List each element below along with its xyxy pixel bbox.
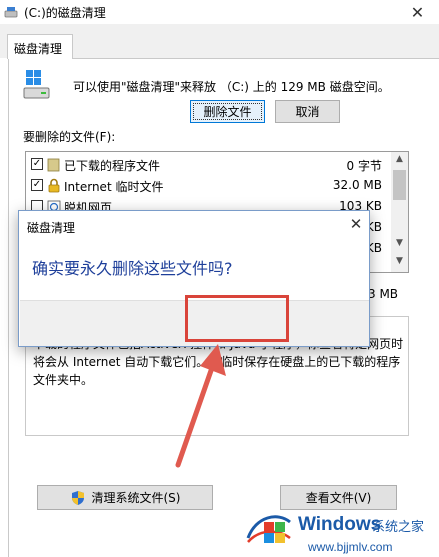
checkbox-downloaded-programs[interactable]: ✓: [31, 158, 43, 170]
close-window-button[interactable]: ✕: [396, 0, 439, 24]
close-icon: ✕: [410, 2, 425, 22]
dialog-close-button[interactable]: ✕: [345, 215, 367, 237]
highlight-box: [185, 295, 289, 342]
watermark-brand: Windows: [298, 514, 382, 535]
watermark-subtitle: 系统之家: [372, 520, 425, 535]
watermark: Windows 系统之家 www.bjjmlv.com: [246, 504, 439, 557]
scroll-up-icon[interactable]: ▲: [391, 154, 408, 168]
free-space-summary: 可以使用"磁盘清理"来释放 （C:) 上的 129 MB 磁盘空间。: [73, 80, 390, 94]
dialog-title: 磁盘清理: [27, 221, 76, 235]
tab-disk-cleanup[interactable]: 磁盘清理: [7, 34, 73, 59]
list-item[interactable]: ✓ 已下载的程序文件 0 字节: [26, 154, 392, 175]
window-title: (C:)的磁盘清理: [24, 6, 106, 20]
drive-icon: [23, 70, 50, 99]
file-size: 0 字节: [346, 159, 382, 173]
file-size: 32.0 MB: [332, 178, 382, 192]
delete-files-button[interactable]: 删除文件: [190, 100, 265, 123]
scroll-down-icon[interactable]: ▼: [391, 256, 408, 270]
scroll-down-icon[interactable]: ▼: [391, 238, 408, 252]
title-bar: (C:)的磁盘清理 ✕: [0, 0, 439, 24]
checkbox-internet-temp[interactable]: ✓: [31, 179, 43, 191]
cancel-label: 取消: [295, 105, 320, 119]
file-name: Internet 临时文件: [64, 180, 164, 194]
file-name: 已下载的程序文件: [64, 159, 161, 173]
pointer-arrow-icon: [175, 344, 226, 468]
cancel-button[interactable]: 取消: [275, 100, 340, 123]
files-to-delete-label: 要删除的文件(F):: [23, 130, 116, 144]
folder-icon: [47, 158, 60, 172]
clean-system-files-label: 清理系统文件(S): [91, 491, 181, 505]
lock-icon: [48, 178, 60, 193]
focus-ring: [193, 103, 262, 120]
dialog-message: 确实要永久删除这些文件吗?: [32, 259, 233, 278]
total-space-value: 3 MB: [368, 287, 399, 301]
clean-system-files-button[interactable]: 清理系统文件(S): [37, 485, 213, 510]
file-list-scrollbar[interactable]: ▲ ▼ ▼: [391, 152, 408, 272]
close-icon: ✕: [349, 215, 363, 233]
scrollbar-thumb[interactable]: [393, 170, 406, 200]
disk-cleanup-app-icon: [4, 7, 18, 18]
windows-logo-icon: [246, 515, 291, 543]
list-item[interactable]: ✓ Internet 临时文件 32.0 MB: [26, 175, 392, 196]
shield-icon: [71, 490, 84, 505]
watermark-url: www.bjjmlv.com: [308, 540, 393, 554]
